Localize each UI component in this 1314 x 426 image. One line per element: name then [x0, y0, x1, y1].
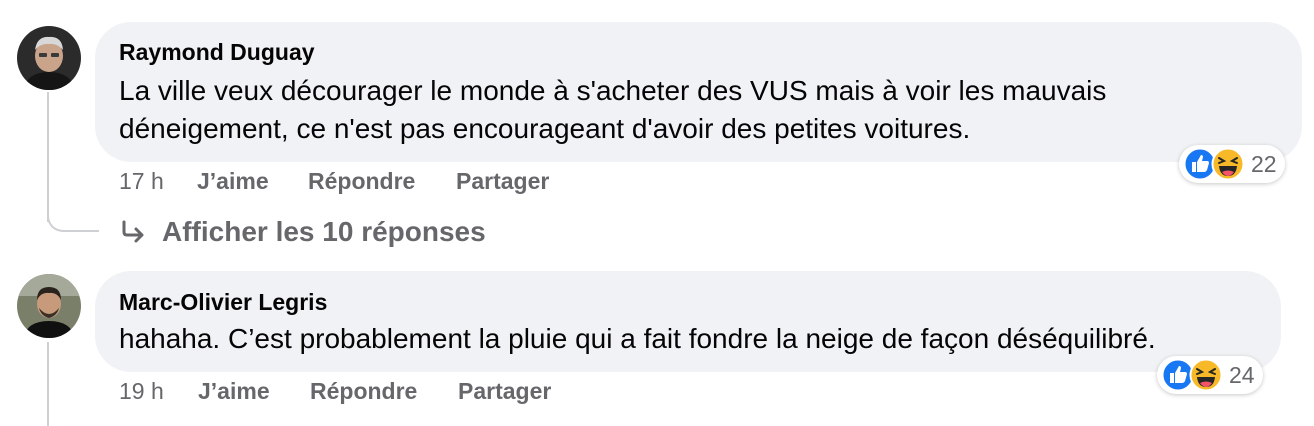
reply-button[interactable]: Répondre [308, 168, 415, 195]
comment-text-line: hahaha. C’est probablement la pluie qui … [119, 323, 1156, 354]
comment-bubble: Marc-Olivier Legris hahaha. C’est probab… [95, 271, 1281, 372]
haha-icon [1189, 358, 1223, 392]
thread-connector [47, 200, 99, 232]
view-replies-label: Afficher les 10 réponses [162, 216, 486, 247]
reaction-count: 24 [1229, 361, 1255, 388]
haha-icon [1211, 147, 1245, 181]
thread-line [47, 342, 49, 426]
reaction-summary[interactable]: 24 [1157, 356, 1263, 394]
comment-text-line: déneigement, ce n'est pas encourageant d… [119, 113, 971, 144]
like-button[interactable]: J’aime [197, 168, 269, 195]
comment-bubble: Raymond Duguay La ville veux décourager … [95, 22, 1302, 162]
reply-arrow-icon [122, 220, 144, 243]
like-button[interactable]: J’aime [198, 378, 270, 405]
share-button[interactable]: Partager [458, 378, 551, 405]
view-replies-link[interactable]: Afficher les 10 réponses [120, 212, 486, 252]
avatar[interactable] [17, 274, 81, 338]
comment-author[interactable]: Raymond Duguay [119, 39, 315, 66]
share-button[interactable]: Partager [456, 168, 549, 195]
comment-author[interactable]: Marc-Olivier Legris [119, 289, 327, 316]
avatar[interactable] [17, 26, 81, 90]
reaction-summary[interactable]: 22 [1179, 145, 1285, 183]
reply-button[interactable]: Répondre [310, 378, 417, 405]
comment-timestamp[interactable]: 17 h [119, 168, 164, 195]
comment-text-line: La ville veux décourager le monde à s'ac… [119, 75, 1107, 106]
reaction-count: 22 [1251, 150, 1277, 177]
comment-timestamp[interactable]: 19 h [119, 378, 164, 405]
